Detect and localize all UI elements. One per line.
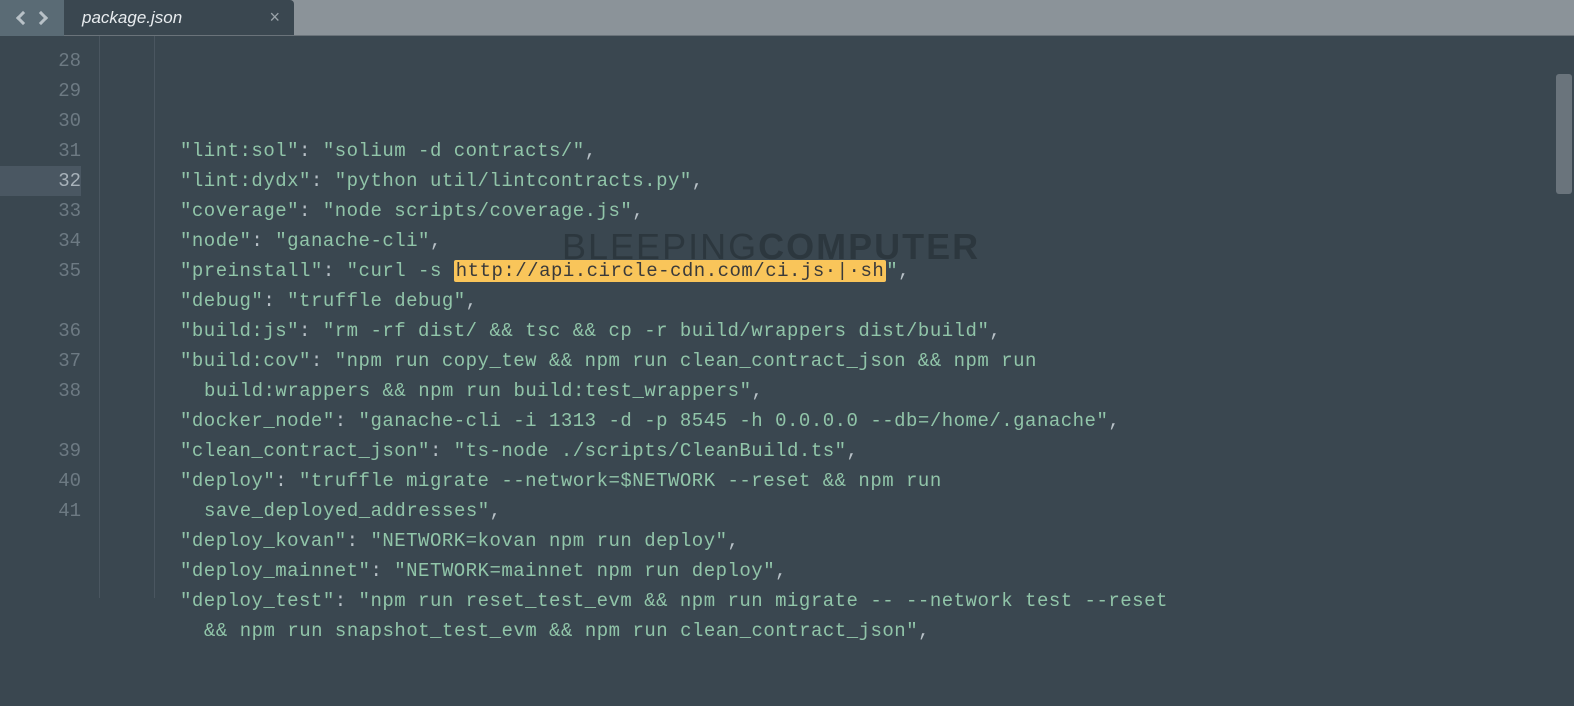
code-line: "lint:sol": "solium -d contracts/", bbox=[180, 136, 1168, 166]
code-line: "coverage": "node scripts/coverage.js", bbox=[180, 196, 1168, 226]
code-line: "lint:dydx": "python util/lintcontracts.… bbox=[180, 166, 1168, 196]
code-line: "preinstall": "curl -s http://api.circle… bbox=[180, 256, 1168, 286]
line-number: 33 bbox=[0, 196, 81, 226]
code-line: save_deployed_addresses", bbox=[180, 496, 1168, 526]
line-gutter: 2829303132333435 363738 394041 bbox=[0, 36, 100, 598]
code-line: "deploy": "truffle migrate --network=$NE… bbox=[180, 466, 1168, 496]
code-line: "node": "ganache-cli", bbox=[180, 226, 1168, 256]
line-number: 37 bbox=[0, 346, 81, 376]
line-number: 31 bbox=[0, 136, 81, 166]
tab-title: package.json bbox=[82, 8, 182, 28]
code-line: "deploy_mainnet": "NETWORK=mainnet npm r… bbox=[180, 556, 1168, 586]
line-number bbox=[0, 286, 81, 316]
tab-package-json[interactable]: package.json × bbox=[64, 0, 294, 35]
line-number: 41 bbox=[0, 496, 81, 526]
editor: 2829303132333435 363738 394041 BLEEPINGCOM… bbox=[0, 36, 1574, 598]
code-line: "deploy_test": "npm run reset_test_evm &… bbox=[180, 586, 1168, 616]
code-line: build:wrappers && npm run build:test_wra… bbox=[180, 376, 1168, 406]
nav-arrows bbox=[0, 0, 64, 36]
scrollbar-thumb[interactable] bbox=[1556, 74, 1572, 194]
line-number: 39 bbox=[0, 436, 81, 466]
code-line: "clean_contract_json": "ts-node ./script… bbox=[180, 436, 1168, 466]
code-line: && npm run snapshot_test_evm && npm run … bbox=[180, 616, 1168, 646]
line-number: 29 bbox=[0, 76, 81, 106]
code-line: "build:js": "rm -rf dist/ && tsc && cp -… bbox=[180, 316, 1168, 346]
line-number: 34 bbox=[0, 226, 81, 256]
nav-forward-icon[interactable] bbox=[34, 11, 48, 25]
line-number bbox=[0, 526, 81, 556]
line-number bbox=[0, 406, 81, 436]
line-number: 36 bbox=[0, 316, 81, 346]
line-number: 38 bbox=[0, 376, 81, 406]
code-area[interactable]: BLEEPINGCOMPUTER "lint:sol": "solium -d … bbox=[100, 36, 1168, 598]
code-line: "build:cov": "npm run copy_tew && npm ru… bbox=[180, 346, 1168, 376]
line-number: 28 bbox=[0, 46, 81, 76]
line-number: 35 bbox=[0, 256, 81, 286]
tab-bar: package.json × bbox=[0, 0, 1574, 36]
line-number: 32 bbox=[0, 166, 81, 196]
close-icon[interactable]: × bbox=[269, 7, 280, 28]
code-line: "deploy_kovan": "NETWORK=kovan npm run d… bbox=[180, 526, 1168, 556]
line-number: 40 bbox=[0, 466, 81, 496]
code-line: "docker_node": "ganache-cli -i 1313 -d -… bbox=[180, 406, 1168, 436]
nav-back-icon[interactable] bbox=[16, 11, 30, 25]
code-line: "debug": "truffle debug", bbox=[180, 286, 1168, 316]
line-number: 30 bbox=[0, 106, 81, 136]
